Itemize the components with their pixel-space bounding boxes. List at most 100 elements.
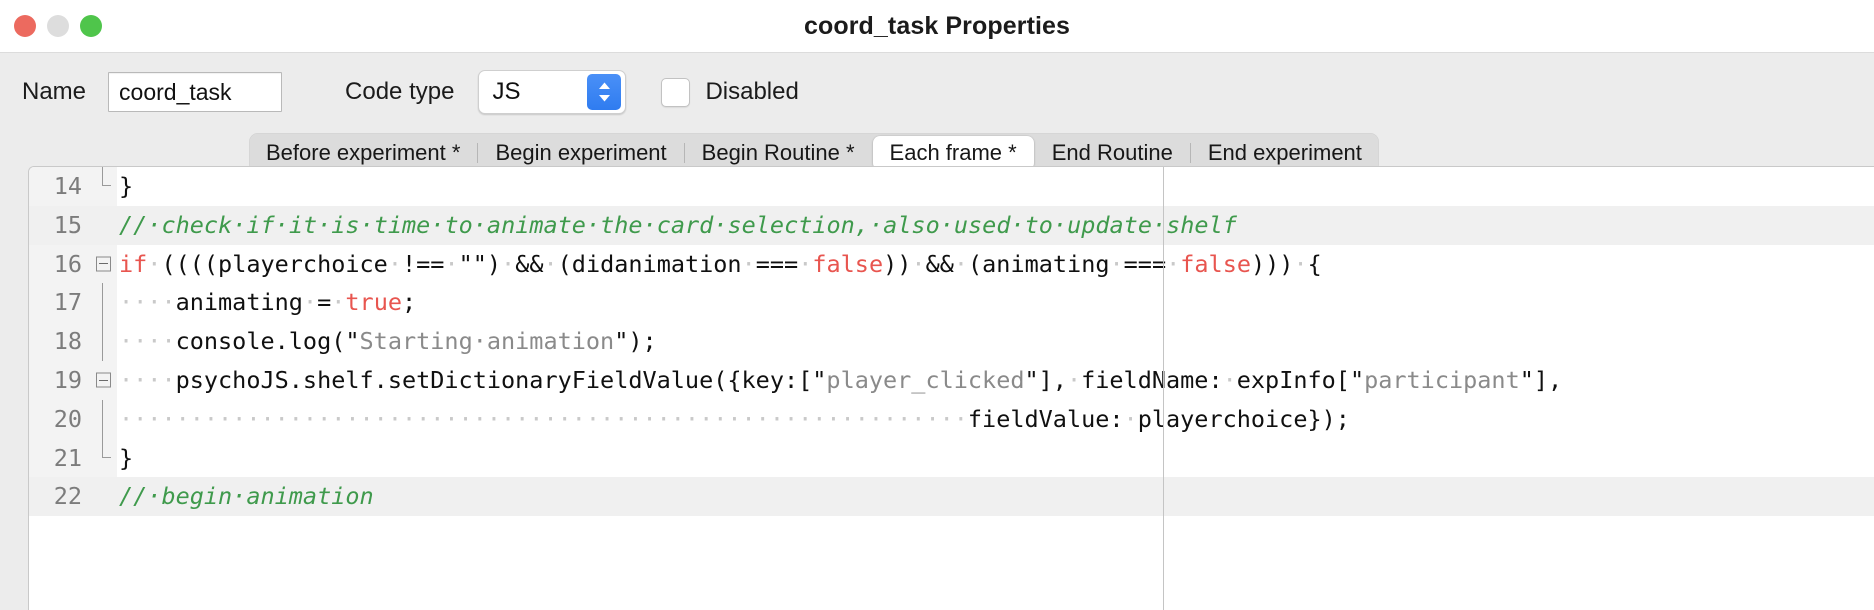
code-token-comment: ·	[430, 210, 445, 239]
code-line[interactable]: 19 ····psychoJS.shelf.setDictionaryFieldV…	[29, 360, 1874, 400]
code-token-plain: ;	[402, 288, 417, 317]
tab-end-experiment[interactable]: End experiment	[1191, 136, 1379, 170]
tab-begin-routine[interactable]: Begin Routine *	[685, 136, 872, 170]
code-lines[interactable]: 14} 15//·check·if·it·is·time·to·animate·t…	[29, 167, 1874, 517]
fold-collapse-icon[interactable]	[96, 372, 111, 388]
name-label: Name	[22, 78, 87, 105]
fold-guide-line	[102, 283, 103, 323]
code-token-comment: also	[883, 210, 940, 239]
code-token-plain: );	[628, 327, 657, 356]
code-token-punct: "	[1349, 365, 1365, 394]
code-token-plain: (didanimation	[557, 249, 742, 278]
code-token-plain: fieldValue:	[967, 404, 1124, 433]
fold-marker	[91, 438, 117, 478]
tab-begin-experiment[interactable]: Begin experiment	[478, 136, 683, 170]
disabled-checkbox[interactable]	[661, 77, 691, 107]
fold-marker	[91, 322, 117, 361]
code-line[interactable]: 21}	[29, 438, 1874, 478]
fold-marker	[91, 399, 117, 439]
code-token-ws: ·	[331, 288, 346, 317]
code-token-plain: }	[119, 443, 134, 472]
code-token-comment: ·	[1010, 210, 1025, 239]
close-window-button[interactable]	[14, 15, 36, 37]
code-token-plain: &&	[515, 249, 544, 278]
code-token-ws: ····	[119, 365, 176, 394]
code-text[interactable]: if·((((playerchoice·!==·"")·&&·(didanima…	[117, 245, 1874, 284]
fold-collapse-icon[interactable]	[96, 256, 111, 272]
disabled-checkbox-group[interactable]: Disabled	[661, 77, 799, 107]
line-number: 15	[29, 205, 91, 245]
code-token-punct: ""	[458, 249, 487, 278]
minimize-window-button[interactable]	[47, 15, 69, 37]
code-token-comment: ·	[713, 210, 728, 239]
fold-marker[interactable]	[91, 244, 117, 284]
code-token-plain: ],	[1038, 365, 1067, 394]
fold-marker	[91, 167, 117, 206]
code-token-plain: &&	[925, 249, 954, 278]
code-text[interactable]: ····psychoJS.shelf.setDictionaryFieldVal…	[117, 361, 1874, 400]
code-token-comment: it	[288, 210, 318, 239]
code-token-plain: fieldName:	[1081, 365, 1223, 394]
code-text[interactable]: ········································…	[117, 400, 1874, 439]
code-token-ws: ·	[1109, 249, 1124, 278]
code-token-comment: ·	[1052, 210, 1068, 239]
disabled-label: Disabled	[705, 78, 799, 105]
code-text[interactable]: ····console.log("Starting·animation");	[117, 322, 1874, 361]
code-token-string: participant	[1364, 365, 1520, 394]
code-token-comment: animate	[486, 210, 586, 239]
code-text[interactable]: }	[117, 167, 1874, 206]
code-token-plain: ))	[883, 249, 912, 278]
fold-marker[interactable]	[91, 360, 117, 400]
code-token-plain: !==	[401, 249, 445, 278]
code-token-ws: ·	[741, 249, 756, 278]
code-token-ws: ·	[911, 249, 926, 278]
code-text[interactable]: //·check·if·it·is·time·to·animate·the·ca…	[117, 205, 1874, 245]
code-token-ws: ·	[147, 249, 162, 278]
code-line[interactable]: 20 ······································…	[29, 399, 1874, 439]
code-editor-scroll[interactable]: 14} 15//·check·if·it·is·time·to·animate·t…	[29, 167, 1874, 610]
code-token-keyword: false	[812, 249, 884, 278]
code-token-comment: ·	[274, 210, 289, 239]
code-token-comment: card	[656, 210, 714, 239]
code-line[interactable]: 22 //·begin·animation	[29, 477, 1874, 517]
traffic-light-group	[14, 15, 102, 37]
name-input[interactable]: coord_task	[108, 72, 283, 112]
code-token-ws: ········································…	[119, 404, 968, 433]
line-number: 20	[29, 399, 91, 439]
code-line[interactable]: 16 if·((((playerchoice·!==·"")·&&·(didani…	[29, 244, 1874, 284]
code-token-plain: ((((playerchoice	[161, 249, 388, 278]
code-token-ws: ·	[387, 249, 402, 278]
code-line[interactable]: 17 ····animating·=·true;	[29, 283, 1874, 323]
code-token-comment: ·	[147, 210, 162, 239]
tab-end-routine[interactable]: End Routine	[1035, 136, 1190, 170]
code-token-plain: animating	[175, 288, 303, 317]
code-token-comment: ·	[1151, 210, 1167, 239]
code-token-keyword: false	[1180, 249, 1252, 278]
code-token-ws: ·	[1293, 249, 1308, 278]
code-text[interactable]: }	[117, 439, 1874, 478]
code-text[interactable]: //·begin·animation	[117, 477, 1874, 517]
code-text[interactable]: ····animating·=·true;	[117, 283, 1874, 322]
code-type-select[interactable]: JS	[478, 70, 627, 114]
code-line[interactable]: 14}	[29, 167, 1874, 206]
code-token-plain: )	[486, 249, 502, 278]
tab-each-frame[interactable]: Each frame *	[872, 136, 1034, 170]
code-token-comment: selection,	[727, 210, 869, 239]
code-token-comment: the	[600, 210, 643, 239]
maximize-window-button[interactable]	[80, 15, 102, 37]
code-token-comment: ·	[317, 210, 332, 239]
fold-end-icon	[102, 438, 111, 459]
code-editor[interactable]: 14} 15//·check·if·it·is·time·to·animate·t…	[28, 166, 1874, 610]
code-token-punct: "	[812, 365, 827, 394]
code-token-ws: ·	[1066, 365, 1082, 394]
tab-before-experiment[interactable]: Before experiment *	[249, 136, 477, 170]
chevron-up-down-icon[interactable]	[587, 74, 622, 110]
code-line[interactable]: 15//·check·if·it·is·time·to·animate·the·…	[29, 205, 1874, 245]
line-number: 16	[29, 244, 91, 284]
line-number: 14	[29, 167, 91, 206]
properties-form-row: Name coord_task Code type JS Disabled	[0, 53, 1874, 131]
code-line[interactable]: 18 ····console.log("Starting·animation");	[29, 322, 1874, 361]
code-token-plain: ===	[1123, 249, 1167, 278]
code-token-comment: ·	[642, 210, 657, 239]
code-token-plain: ===	[755, 249, 799, 278]
